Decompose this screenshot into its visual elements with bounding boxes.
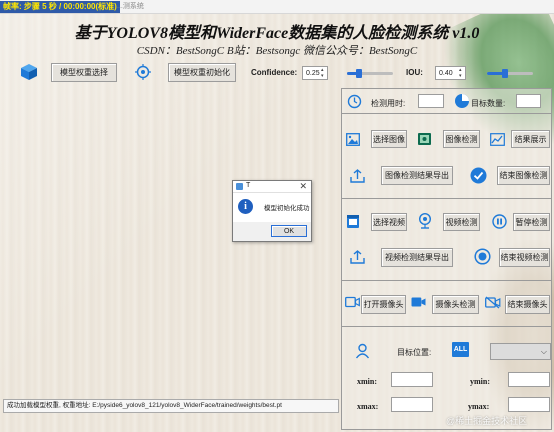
webcam-icon (418, 213, 432, 229)
cube-icon (20, 63, 38, 81)
video-detect-button[interactable]: 视频检测 (443, 213, 480, 231)
pause-detect-button[interactable]: 暂停检测 (513, 213, 550, 231)
target-position-label: 目标位置: (397, 348, 432, 357)
target-select-dropdown[interactable]: ⌵ (490, 343, 551, 360)
ymax-label: ymax: (468, 402, 490, 411)
confidence-value: 0.25 (306, 70, 320, 77)
clock-icon (347, 94, 362, 109)
dialog-footer: OK (233, 222, 311, 241)
count-label: 目标数量: (471, 99, 506, 108)
title-bar: 帧率: 步骤 5 秒 / 00:00:00(标准) ...测系统 (0, 0, 554, 14)
confidence-slider[interactable] (347, 69, 393, 78)
page-title: 基于YOLOV8模型和WiderFace数据集的人脸检测系统 v1.0 (74, 25, 480, 42)
open-camera-button[interactable]: 打开摄像头 (361, 295, 406, 314)
video-camera-icon (411, 296, 426, 308)
all-badge-label: ALL (453, 346, 468, 353)
chevron-down-icon[interactable]: ⌵ (541, 347, 547, 357)
dialog-message: 模型初始化成功 (264, 205, 310, 212)
dialog-app-icon (236, 183, 243, 190)
user-pin-icon (355, 343, 370, 359)
confidence-slider-handle[interactable] (355, 69, 362, 78)
show-result-button[interactable]: 结果展示 (511, 130, 550, 148)
export-video-result-button[interactable]: 视频检测结果导出 (381, 248, 453, 267)
upload-icon (350, 169, 365, 183)
time-label: 检测用时: (371, 99, 406, 108)
xmin-label: xmin: (357, 377, 377, 386)
iou-value: 0.40 (439, 70, 453, 77)
ok-button[interactable]: OK (271, 225, 307, 237)
pie-chart-icon (454, 93, 470, 109)
watermark: @稀土掘金技术社区 (446, 416, 528, 426)
stop-circle-icon (474, 248, 491, 265)
ymin-field (508, 372, 550, 387)
dialog-title: T (246, 182, 251, 189)
divider (341, 326, 552, 327)
divider (341, 113, 552, 114)
iou-label: IOU: (406, 68, 423, 77)
model-select-button[interactable]: 模型权重选择 (51, 63, 117, 82)
confidence-spinbox[interactable]: 0.25 ▴ ▾ (302, 66, 328, 80)
info-icon: i (238, 199, 253, 214)
select-image-button[interactable]: 选择图像 (371, 130, 407, 148)
count-value-field (516, 94, 541, 108)
close-icon[interactable]: ✕ (299, 181, 307, 192)
camera-detect-button[interactable]: 摄像头检测 (432, 295, 479, 314)
target-icon (135, 64, 151, 80)
select-video-button[interactable]: 选择视频 (371, 213, 407, 231)
window-title: ...测系统 (117, 3, 144, 10)
video-file-icon (346, 214, 360, 229)
image-detect-button[interactable]: 图像检测 (443, 130, 480, 148)
xmin-field (391, 372, 433, 387)
iou-spinbox[interactable]: 0.40 ▴ ▾ (435, 66, 466, 80)
dialog-title-bar: T ✕ (233, 181, 311, 193)
image-detect-icon (417, 132, 432, 146)
spin-arrows-icon[interactable]: ▴ ▾ (459, 67, 465, 79)
export-image-result-button[interactable]: 图像检测结果导出 (381, 166, 453, 185)
spin-arrows-icon[interactable]: ▴ ▾ (321, 67, 327, 79)
check-circle-icon (470, 167, 487, 184)
app-window: 帧率: 步骤 5 秒 / 00:00:00(标准) ...测系统 基于YOLOV… (0, 0, 554, 432)
pause-icon (492, 214, 507, 229)
model-init-button[interactable]: 模型权重初始化 (168, 63, 236, 82)
xmax-field (391, 397, 433, 412)
iou-slider[interactable] (487, 69, 533, 78)
end-video-detect-button[interactable]: 结束视频检测 (499, 248, 550, 267)
camera-icon (345, 296, 360, 308)
ymin-label: ymin: (470, 377, 490, 386)
upload-icon (350, 250, 365, 264)
image-icon (346, 133, 360, 146)
time-value-field (418, 94, 444, 108)
camera-off-icon (485, 296, 501, 309)
divider (341, 280, 552, 281)
message-dialog: T ✕ i 模型初始化成功 OK (232, 180, 312, 242)
xmax-label: xmax: (357, 402, 379, 411)
end-image-detect-button[interactable]: 结束图像检测 (497, 166, 550, 185)
confidence-label: Confidence: (251, 68, 298, 77)
status-bar: 成功加载模型权重, 权重地址: E:/pyside6_yolov8_121/yo… (3, 399, 339, 413)
end-camera-button[interactable]: 结束摄像头 (505, 295, 550, 314)
video-display-area (7, 88, 336, 396)
status-overlay: 帧率: 步骤 5 秒 / 00:00:00(标准) (0, 1, 120, 13)
page-subtitle: CSDN：BestSongC B站：Bestsongc 微信公众号：BestSo… (136, 45, 418, 57)
iou-slider-handle[interactable] (502, 69, 509, 78)
ymax-field (508, 397, 550, 412)
divider (341, 198, 552, 199)
line-chart-icon (490, 133, 505, 146)
all-badge-icon: ALL (452, 342, 469, 357)
